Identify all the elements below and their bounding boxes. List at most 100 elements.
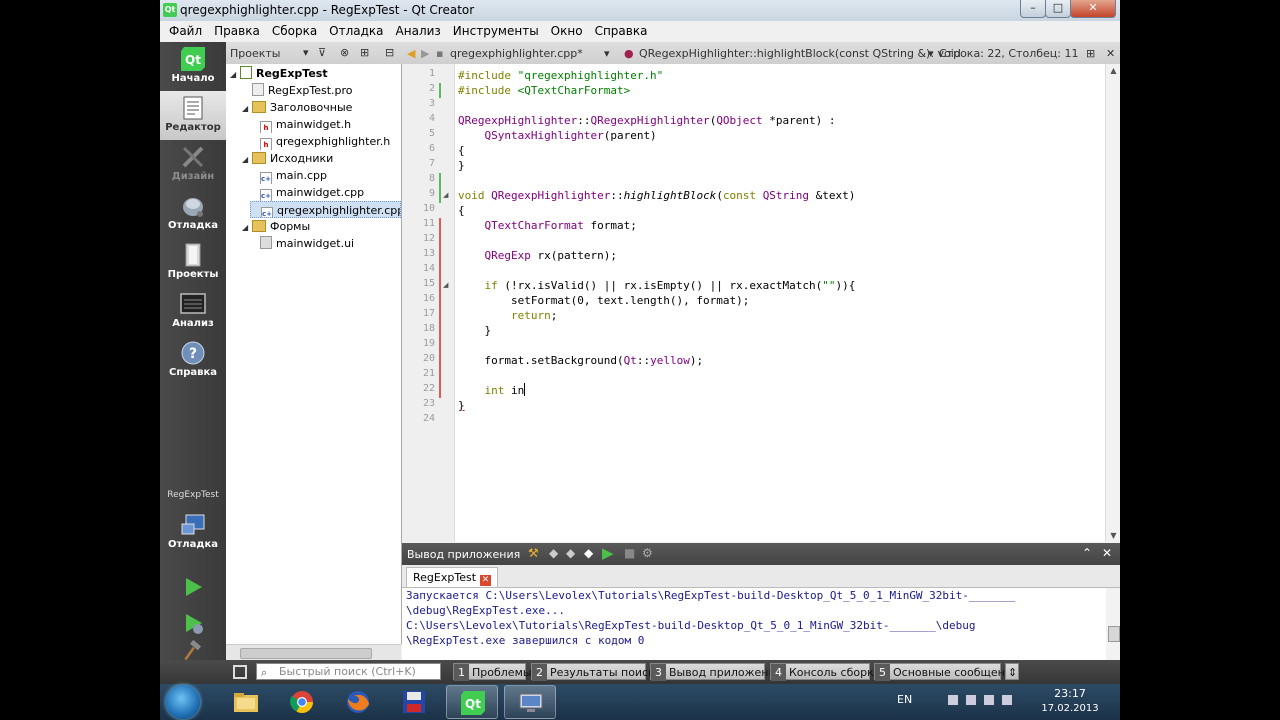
mode-design[interactable]: Дизайн xyxy=(160,140,226,189)
tree-item-cpp[interactable]: c+ main.cpp xyxy=(250,167,401,184)
line-number: 11 xyxy=(422,218,435,229)
tree-item-project[interactable]: ◢ RegExpTest xyxy=(230,65,401,82)
close-pane-icon[interactable]: ✕ xyxy=(1102,546,1112,560)
taskbar-chrome[interactable] xyxy=(276,685,328,719)
symbol-selector[interactable]: QRegexpHighlighter::highlightBlock(const… xyxy=(639,47,961,60)
tree-item-ui[interactable]: mainwidget.ui xyxy=(250,235,401,252)
fold-arrow-icon[interactable]: ◢ xyxy=(443,281,448,289)
network-icon[interactable] xyxy=(984,695,994,705)
previous-icon[interactable]: ◆ xyxy=(549,546,558,560)
more-panes-icon[interactable]: ⇕ xyxy=(1005,663,1019,680)
run-again-icon[interactable]: ▶ xyxy=(602,544,614,562)
maximize-button[interactable]: □ xyxy=(1045,0,1071,18)
volume-icon[interactable] xyxy=(1002,695,1012,705)
network-icon[interactable] xyxy=(966,695,976,705)
expand-arrow-icon[interactable]: ◢ xyxy=(230,66,240,82)
tree-item-pro[interactable]: RegExpTest.pro xyxy=(242,82,401,99)
close-document-icon[interactable]: ✕ xyxy=(1106,47,1115,60)
back-arrow-icon[interactable]: ◀ xyxy=(407,47,415,60)
tree-item-folder[interactable]: ◢ Заголовочные xyxy=(242,99,401,116)
maximize-pane-icon[interactable]: ⌃ xyxy=(1082,546,1092,560)
close-pane-icon[interactable]: ⊟ xyxy=(385,46,394,59)
mode-analyze[interactable]: Анализ xyxy=(160,287,226,336)
menu-build[interactable]: Сборка xyxy=(266,21,323,42)
menu-debug[interactable]: Отладка xyxy=(323,21,389,42)
dropdown-arrow-icon[interactable]: ▾ xyxy=(604,47,610,60)
menu-window[interactable]: Окно xyxy=(545,21,589,42)
tree-item-cpp[interactable]: c+ mainwidget.cpp xyxy=(250,184,401,201)
forward-arrow-icon[interactable]: ▶ xyxy=(421,47,429,60)
scrollbar-thumb[interactable] xyxy=(240,648,372,659)
kit-selector[interactable]: Отладка xyxy=(160,508,226,557)
mode-editor[interactable]: Редактор xyxy=(160,91,226,140)
minimize-button[interactable]: – xyxy=(1020,0,1046,18)
projects-horizontal-scrollbar[interactable] xyxy=(226,644,401,661)
pane-tab-search-results[interactable]: 2 Результаты поиска xyxy=(531,663,662,681)
link-icon[interactable]: ⊗ xyxy=(340,46,349,59)
lock-icon: ▪ xyxy=(436,47,444,60)
split-icon[interactable]: ⊞ xyxy=(1086,47,1095,60)
tree-item-folder[interactable]: ◢ Формы xyxy=(242,218,401,235)
menu-edit[interactable]: Правка xyxy=(208,21,266,42)
taskbar-explorer[interactable] xyxy=(220,685,272,719)
build-button[interactable] xyxy=(160,640,226,662)
toggle-sidebar-button[interactable] xyxy=(233,665,247,679)
fold-arrow-icon[interactable]: ◢ xyxy=(443,191,448,199)
tree-item-folder[interactable]: ◢ Исходники xyxy=(242,150,401,167)
mode-help[interactable]: ? Справка xyxy=(160,336,226,385)
scrollbar-thumb[interactable] xyxy=(1108,626,1120,642)
start-button[interactable] xyxy=(166,685,200,719)
pane-tab-issues[interactable]: 1 Проблемы xyxy=(453,663,532,681)
attach-debugger-icon[interactable]: ⚙ xyxy=(642,546,653,560)
keyboard-language[interactable]: EN xyxy=(897,693,912,706)
editor-vertical-scrollbar[interactable]: ▲ ▼ xyxy=(1105,64,1120,542)
taskbar-remote-desktop[interactable] xyxy=(504,685,556,719)
debug-run-button[interactable] xyxy=(160,606,226,638)
scroll-down-icon[interactable]: ▼ xyxy=(1106,531,1120,540)
run-button[interactable] xyxy=(160,570,226,602)
open-file-selector[interactable]: qregexphighlighter.cpp* xyxy=(450,47,583,60)
stop-icon[interactable]: ■ xyxy=(624,546,635,560)
mode-debug[interactable]: Отладка xyxy=(160,189,226,238)
tree-item-h[interactable]: h mainwidget.h xyxy=(250,116,401,133)
qt-creator-window: Qt qregexphighlighter.cpp - RegExpTest -… xyxy=(160,0,1120,684)
pane-tab-compile-output[interactable]: 4 Консоль сборки xyxy=(770,663,881,681)
dropdown-arrow-icon[interactable]: ▾ xyxy=(303,46,309,59)
dropdown-arrow-icon[interactable]: ▾ xyxy=(928,47,934,60)
code-line-18: } xyxy=(458,324,492,337)
rerun-icon[interactable]: ⚒ xyxy=(528,546,539,560)
tree-item-cpp[interactable]: c+ qregexphighlighter.cpp xyxy=(250,201,401,218)
expand-arrow-icon[interactable]: ◢ xyxy=(242,100,252,116)
pane-tab-general-messages[interactable]: 5 Основные сообщения xyxy=(874,663,1019,681)
menu-help[interactable]: Справка xyxy=(589,21,654,42)
taskbar-qt-creator[interactable]: Qt xyxy=(446,685,498,719)
close-button[interactable]: ✕ xyxy=(1070,0,1116,18)
next-icon[interactable]: ◆ xyxy=(566,546,575,560)
clock-time[interactable]: 23:17 xyxy=(1040,687,1100,700)
taskbar-firefox[interactable] xyxy=(332,685,384,719)
expand-arrow-icon[interactable]: ◢ xyxy=(242,151,252,167)
projects-view-selector[interactable]: Проекты xyxy=(230,47,281,60)
locator-input[interactable]: ⌕ Быстрый поиск (Ctrl+K) xyxy=(256,663,441,680)
menu-analyze[interactable]: Анализ xyxy=(390,21,447,42)
mode-projects[interactable]: Проекты xyxy=(160,238,226,287)
filter-icon[interactable]: ⊽ xyxy=(318,46,326,59)
taskbar-save[interactable] xyxy=(388,685,440,719)
split-icon[interactable]: ⊞ xyxy=(360,46,369,59)
code-editor[interactable]: #include "qregexphighlighter.h" #include… xyxy=(455,64,1105,542)
output-tab-regexptest[interactable]: RegExpTest ✕ xyxy=(406,567,499,587)
flag-icon[interactable] xyxy=(948,695,958,705)
menu-file[interactable]: Файл xyxy=(160,21,208,42)
mode-welcome[interactable]: Qt Начало xyxy=(160,42,226,91)
expand-arrow-icon[interactable]: ◢ xyxy=(242,219,252,235)
run-icon[interactable]: ◆ xyxy=(584,546,593,560)
code-line-22: int in xyxy=(458,383,526,397)
pane-tab-app-output[interactable]: 3 Вывод приложения xyxy=(650,663,782,681)
clock-date[interactable]: 17.02.2013 xyxy=(1036,703,1104,714)
scroll-up-icon[interactable]: ▲ xyxy=(1106,66,1120,75)
output-vertical-scrollbar[interactable] xyxy=(1106,588,1120,660)
close-tab-icon[interactable]: ✕ xyxy=(480,575,492,586)
menu-tools[interactable]: Инструменты xyxy=(447,21,545,42)
tree-item-h[interactable]: h qregexphighlighter.h xyxy=(250,133,401,150)
help-icon: ? xyxy=(181,341,205,365)
